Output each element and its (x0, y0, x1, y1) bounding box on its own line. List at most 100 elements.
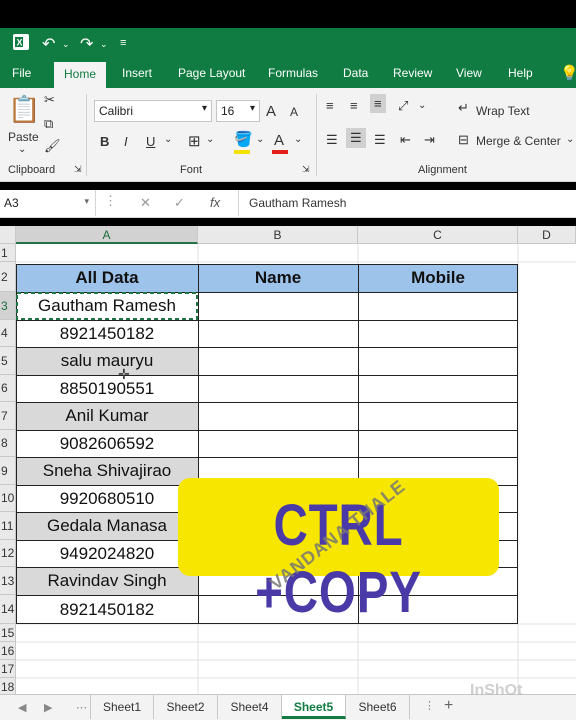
scroll-left-icon[interactable]: ◀ (18, 701, 26, 714)
sheet-tab[interactable]: Sheet6 (346, 695, 410, 719)
data-cell[interactable]: 8921450182 (16, 595, 198, 624)
borders-icon[interactable]: ⊞ (188, 132, 201, 150)
align-right-icon[interactable]: ☰ (374, 132, 386, 148)
tab-insert[interactable]: Insert (122, 66, 152, 80)
more-sheets-icon[interactable]: ⋯ (76, 701, 87, 714)
bold-button[interactable]: B (100, 134, 109, 149)
formula-input[interactable]: Gautham Ramesh (238, 190, 576, 216)
wrap-text-button[interactable]: Wrap Text (476, 104, 530, 118)
row-header[interactable]: 14 (0, 595, 16, 624)
underline-dropdown-icon[interactable]: ⌄ (164, 134, 172, 145)
paste-button[interactable]: Paste (8, 130, 39, 144)
grow-font-button[interactable]: A (266, 103, 276, 120)
tab-help[interactable]: Help (508, 66, 533, 80)
merge-center-icon[interactable]: ⊟ (458, 132, 469, 148)
data-cell[interactable]: Sneha Shivajirao (16, 457, 198, 485)
row-header[interactable]: 11 (0, 512, 16, 540)
formula-menu-icon[interactable]: ⋮ (104, 193, 117, 209)
data-cell[interactable]: 9492024820 (16, 540, 198, 567)
font-launcher-icon[interactable]: ⇲ (302, 164, 310, 175)
align-center-icon[interactable]: ☰ (346, 128, 366, 148)
italic-button[interactable]: I (124, 134, 128, 149)
copy-icon[interactable]: ⧉ (44, 116, 53, 132)
header-cell-name[interactable]: Name (198, 264, 358, 292)
row-header[interactable]: 7 (0, 402, 16, 430)
row-header[interactable]: 15 (0, 624, 16, 642)
redo-icon[interactable]: ↷ (80, 34, 93, 54)
tab-view[interactable]: View (456, 66, 482, 80)
align-middle-icon[interactable]: ≡ (350, 98, 358, 113)
clipboard-launcher-icon[interactable]: ⇲ (74, 164, 82, 175)
enter-icon[interactable]: ✓ (174, 195, 185, 211)
lightbulb-icon[interactable]: 💡 (560, 64, 576, 82)
undo-icon[interactable]: ↶ (42, 34, 55, 54)
align-bottom-icon[interactable]: ≡ (370, 94, 386, 113)
font-color-dropdown-icon[interactable]: ⌄ (294, 134, 302, 145)
undo-dropdown-icon[interactable]: ⌄ (62, 39, 70, 50)
font-size-select[interactable]: 16 ▾ (216, 100, 260, 122)
orientation-dropdown-icon[interactable]: ⌄ (418, 100, 426, 111)
data-cell[interactable]: Gedala Manasa (16, 512, 198, 540)
tab-page-layout[interactable]: Page Layout (178, 66, 245, 80)
row-header[interactable]: 6 (0, 375, 16, 402)
data-cell[interactable]: Gautham Ramesh (16, 292, 198, 320)
insert-function-button[interactable]: fx (210, 195, 220, 210)
fill-color-icon[interactable]: 🪣 (234, 130, 253, 148)
align-left-icon[interactable]: ☰ (326, 132, 338, 148)
underline-button[interactable]: U (146, 134, 155, 149)
scroll-right-icon[interactable]: ▶ (44, 701, 52, 714)
sheet-tab[interactable]: Sheet4 (218, 695, 282, 719)
sheet-tab[interactable]: Sheet2 (154, 695, 218, 719)
name-box[interactable]: A3 ▾ (0, 190, 96, 216)
header-cell-mobile[interactable]: Mobile (358, 264, 518, 292)
paste-icon[interactable]: 📋 (8, 94, 40, 125)
data-cell[interactable]: salu mauryu (16, 347, 198, 375)
decrease-indent-icon[interactable]: ⇤ (400, 132, 411, 148)
orientation-icon[interactable]: ⤢ (398, 98, 408, 114)
cut-icon[interactable]: ✂ (44, 92, 55, 108)
row-header[interactable]: 8 (0, 430, 16, 457)
data-cell[interactable]: Ravindav Singh (16, 567, 198, 595)
cancel-icon[interactable]: ✕ (140, 195, 151, 211)
row-header[interactable]: 5 (0, 347, 16, 375)
shrink-font-button[interactable]: A (290, 105, 298, 119)
data-cell[interactable]: 8850190551 (16, 375, 198, 402)
row-header[interactable]: 1 (0, 244, 16, 262)
data-cell[interactable]: 8921450182 (16, 320, 198, 347)
sheet-tab[interactable]: Sheet1 (90, 695, 154, 719)
row-header[interactable]: 18 (0, 678, 16, 694)
font-name-select[interactable]: Calibri ▾ (94, 100, 212, 122)
tab-review[interactable]: Review (393, 66, 432, 80)
row-header[interactable]: 10 (0, 485, 16, 512)
data-cell[interactable]: Anil Kumar (16, 402, 198, 430)
tab-home[interactable]: Home (54, 62, 107, 88)
tab-file[interactable]: File (12, 66, 31, 80)
row-header[interactable]: 2 (0, 262, 16, 292)
row-header[interactable]: 9 (0, 457, 16, 485)
row-header[interactable]: 4 (0, 320, 16, 347)
row-header[interactable]: 12 (0, 540, 16, 567)
sheet-tab-active[interactable]: Sheet5 (282, 695, 346, 719)
row-header[interactable]: 17 (0, 660, 16, 678)
tab-formulas[interactable]: Formulas (268, 66, 318, 80)
borders-dropdown-icon[interactable]: ⌄ (206, 134, 214, 145)
align-top-icon[interactable]: ≡ (326, 98, 334, 113)
merge-dropdown-icon[interactable]: ⌄ (566, 134, 574, 145)
font-color-button[interactable]: A (274, 132, 284, 149)
format-painter-icon[interactable]: 🖌 (44, 138, 61, 154)
add-sheet-button[interactable]: + (444, 697, 453, 715)
row-header[interactable]: 13 (0, 567, 16, 595)
header-cell-all-data[interactable]: All Data (16, 264, 198, 292)
data-cell[interactable]: 9082606592 (16, 430, 198, 457)
merge-center-button[interactable]: Merge & Center (476, 134, 561, 148)
tab-data[interactable]: Data (343, 66, 368, 80)
paste-dropdown-icon[interactable]: ⌄ (18, 144, 26, 155)
wrap-text-icon[interactable]: ↵ (458, 100, 469, 116)
fill-color-dropdown-icon[interactable]: ⌄ (256, 134, 264, 145)
data-cell[interactable]: 9920680510 (16, 485, 198, 512)
row-header-selected[interactable]: 3 (0, 292, 16, 320)
more-options-icon[interactable]: ⋮ (424, 699, 435, 712)
increase-indent-icon[interactable]: ⇥ (424, 132, 435, 148)
redo-dropdown-icon[interactable]: ⌄ (100, 39, 108, 50)
row-header[interactable]: 16 (0, 642, 16, 660)
